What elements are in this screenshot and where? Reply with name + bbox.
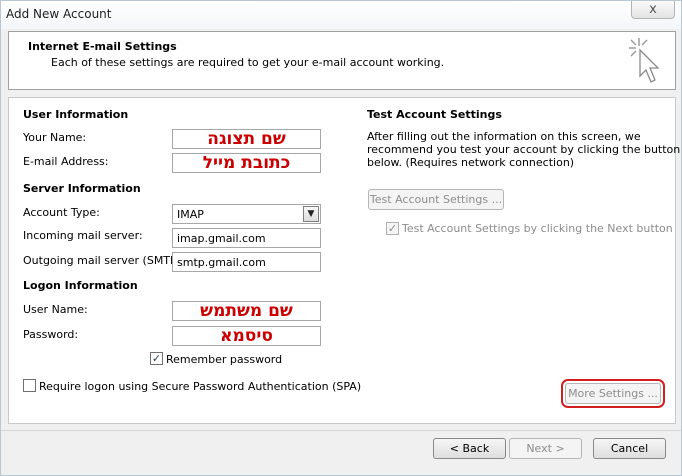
email-label: E-mail Address: xyxy=(23,155,109,168)
test-description-line-2: recommend you test your account by click… xyxy=(367,143,681,156)
chevron-down-icon[interactable]: ▼ xyxy=(303,206,319,222)
remember-password-label: Remember password xyxy=(166,353,283,366)
spa-checkbox[interactable] xyxy=(23,379,36,392)
header-subtitle: Each of these settings are required to g… xyxy=(51,56,445,69)
header-title: Internet E-mail Settings xyxy=(28,40,177,53)
test-description-line-1: After filling out the information on thi… xyxy=(367,130,641,143)
window-title: Add New Account xyxy=(6,7,112,21)
auto-test-checkbox[interactable]: ✓ xyxy=(386,222,399,235)
username-input[interactable]: שם משתמש xyxy=(172,301,321,321)
auto-test-label: Test Account Settings by clicking the Ne… xyxy=(402,222,673,235)
email-input[interactable]: כתובת מייל xyxy=(172,153,321,173)
header-panel: Internet E-mail Settings Each of these s… xyxy=(8,31,676,90)
checkmark-icon: ✓ xyxy=(151,352,162,365)
spa-label: Require logon using Secure Password Auth… xyxy=(39,380,362,393)
logon-info-heading: Logon Information xyxy=(23,279,138,292)
checkmark-icon: ✓ xyxy=(387,222,398,235)
password-input[interactable]: סיסמא xyxy=(172,326,321,346)
close-button[interactable]: x xyxy=(631,1,675,19)
your-name-label: Your Name: xyxy=(23,131,87,144)
account-type-select[interactable]: IMAP ▼ xyxy=(172,204,321,224)
test-description-line-3: below. (Requires network connection) xyxy=(367,156,575,169)
cursor-sparkle-icon xyxy=(629,38,660,83)
next-button[interactable]: Next > xyxy=(509,438,582,459)
cancel-button[interactable]: Cancel xyxy=(593,438,666,459)
your-name-input[interactable]: שם תצוגה xyxy=(172,129,321,149)
footer-divider xyxy=(1,430,681,431)
server-info-heading: Server Information xyxy=(23,182,141,195)
back-button[interactable]: < Back xyxy=(433,438,506,459)
outgoing-server-label: Outgoing mail server (SMTP): xyxy=(23,254,185,267)
password-label: Password: xyxy=(23,328,79,341)
user-info-heading: User Information xyxy=(23,108,129,121)
test-settings-heading: Test Account Settings xyxy=(367,108,502,121)
incoming-server-input[interactable]: imap.gmail.com xyxy=(172,228,321,248)
settings-panel: User Information Your Name: שם תצוגה E-m… xyxy=(8,97,680,424)
outgoing-server-input[interactable]: smtp.gmail.com xyxy=(172,252,321,272)
username-label: User Name: xyxy=(23,303,88,316)
incoming-server-label: Incoming mail server: xyxy=(23,229,143,242)
account-type-value: IMAP xyxy=(177,208,204,221)
add-account-dialog: Add New Account x Internet E-mail Settin… xyxy=(0,0,682,476)
title-bar: Add New Account x xyxy=(1,1,681,29)
close-icon: x xyxy=(649,2,657,17)
account-type-label: Account Type: xyxy=(23,206,100,219)
test-account-settings-button[interactable]: Test Account Settings ... xyxy=(368,189,504,210)
more-settings-button[interactable]: More Settings ... xyxy=(561,379,665,408)
remember-password-checkbox[interactable]: ✓ xyxy=(150,352,163,365)
